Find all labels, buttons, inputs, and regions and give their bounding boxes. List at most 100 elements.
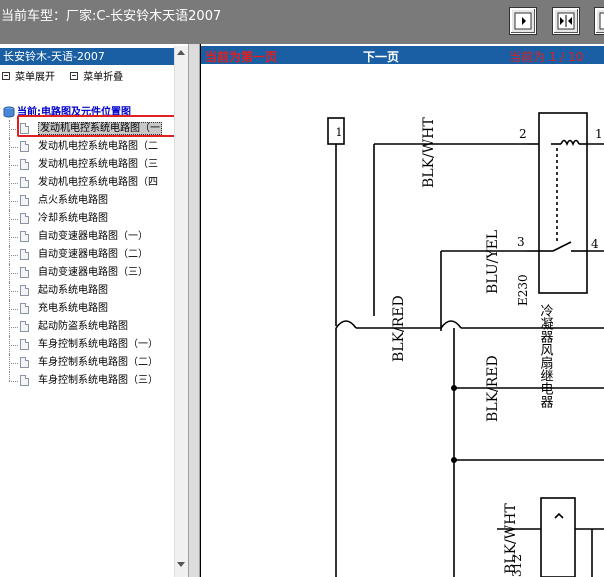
document-icon [20,339,29,350]
tree-item-label: 发动机电控系统电路图（三 [38,159,158,170]
sidebar-title: 长安铃木-天语-2007 [0,48,186,65]
component-name: 冷凝器风扇继电器 [538,304,554,409]
tree-branch-line [9,381,18,382]
tree-branch-line [9,165,18,166]
relay-coil [560,139,580,147]
wiring-schematic: 1 BLK/WHT BLU/YEL BLK/RED BLK/RED BLK/WH… [327,112,604,577]
document-icon [20,213,29,224]
tree-item-label: 点火系统电路图 [38,195,108,206]
relay-switch [552,241,572,252]
single-page-icon [514,12,532,30]
tree-item-label: 自动变速器电路图（二） [38,249,148,260]
double-page-button[interactable] [553,8,579,34]
expand-menu-button[interactable]: 菜单展开 [2,68,55,83]
tree-item-label: 车身控制系统电路图（二） [38,357,158,368]
document-icon [20,285,29,296]
scroll-down-icon[interactable] [177,562,185,567]
document-icon [20,177,29,188]
tree-item-label: 冷却系统电路图 [38,213,108,224]
next-page-link[interactable]: 下一页 [363,48,399,65]
tree-item[interactable]: 起动系统电路图 [0,282,180,300]
tree-branch-line [9,327,18,328]
wire-label-blk-red-left: BLK/RED [391,295,407,362]
tree-item-label: 自动变速器电路图（三） [38,267,148,278]
document-icon [20,159,29,170]
tree-connector-line [9,372,10,381]
tree-item-label: 起动系统电路图 [38,285,108,296]
document-icon [20,231,29,242]
tree-item[interactable]: 车身控制系统电路图（一） [0,336,180,354]
scroll-up-icon[interactable] [177,50,185,55]
tree-item[interactable]: 车身控制系统电路图（三） [0,372,180,390]
tree-branch-line [9,363,18,364]
panel-splitter[interactable] [188,44,200,577]
tree-item[interactable]: 冷却系统电路图 [0,210,180,228]
tree-item-label: 车身控制系统电路图（一） [38,339,158,350]
tree-branch-line [9,309,18,310]
menu-controls: 菜单展开 菜单折叠 [2,68,135,83]
fit-width-icon [599,12,604,30]
document-icon [20,321,29,332]
collapse-menu-button[interactable]: 菜单折叠 [70,68,123,83]
pin-label-1: 1 [595,127,603,141]
bottom-code: 312 [510,554,524,577]
tree-branch-line [9,147,18,148]
wire-label-blk-wht: BLK/WHT [421,117,437,188]
collapse-menu-label: 菜单折叠 [83,72,124,83]
expand-icon [2,72,10,80]
tree-item-label: 发动机电控系统电路图（二 [38,141,158,152]
document-icon [20,195,29,206]
tree-branch-line [9,219,18,220]
wire-label-blu-yel: BLU/YEL [485,230,501,294]
tree-item-label: 车身控制系统电路图（三） [38,375,158,386]
connector-label: 1 [336,126,343,139]
component-code: E230 [516,274,530,306]
tree-item[interactable]: 点火系统电路图 [0,192,180,210]
tree-item[interactable]: 充电系统电路图 [0,300,180,318]
tree-branch-line [9,291,18,292]
tree-branch-line [9,237,18,238]
pin-label-4: 4 [591,237,599,251]
tree-item[interactable]: 发动机电控系统电路图（四 [0,174,180,192]
collapse-icon [70,72,79,80]
document-icon [20,303,29,314]
double-page-icon [557,12,575,30]
tree-item-label: 充电系统电路图 [38,303,108,314]
document-icon [20,357,29,368]
wire-crossing-left [335,320,357,329]
tree-item-label: 起动防盗系统电路图 [38,321,128,332]
page-indicator: 当前为 1 / 10 [509,50,584,64]
database-icon [3,106,15,118]
tree-item[interactable]: 自动变速器电路图（三） [0,264,180,282]
wire-crossing-right [440,320,462,329]
tree-item[interactable]: 自动变速器电路图（二） [0,246,180,264]
bottom-switch-symbol [554,512,564,519]
tree-item[interactable]: 车身控制系统电路图（二） [0,354,180,372]
pin-label-2: 2 [519,127,527,141]
single-page-button[interactable] [510,8,536,34]
document-icon [20,249,29,260]
selection-highlight-box [17,115,181,137]
tree-item-label: 发动机电控系统电路图（四 [38,177,158,188]
title-bar: 当前车型：厂家:C-长安铃木天语2007 [0,0,604,44]
tree-item-label: 自动变速器电路图（一） [38,231,148,242]
tree-branch-line [9,183,18,184]
fit-width-button[interactable] [595,8,604,34]
tree-item[interactable]: 自动变速器电路图（一） [0,228,180,246]
chapter-tree: 发动机电控系统电路图（一 发动机电控系统电路图（二 发动机电控系统电路图（三 发动机电… [0,120,180,390]
document-icon [20,375,29,386]
expand-menu-label: 菜单展开 [15,72,55,83]
tree-branch-line [9,201,18,202]
junction-dot [451,457,457,463]
tree-item[interactable]: 起动防盗系统电路图 [0,318,180,336]
tree-branch-line [9,255,18,256]
tree-branch-line [9,273,18,274]
sidebar-scrollbar[interactable] [174,46,188,577]
tree-branch-line [9,345,18,346]
bottom-component-box [540,497,576,577]
diagram-viewer: 当前为第一页 下一页 当前为 1 / 10 1 BLK/WHT BLU/YEL … [200,44,604,577]
junction-dot [451,385,457,391]
tree-item[interactable]: 发动机电控系统电路图（三 [0,156,180,174]
tree-item[interactable]: 发动机电控系统电路图（二 [0,138,180,156]
first-page-indicator[interactable]: 当前为第一页 [205,48,277,65]
